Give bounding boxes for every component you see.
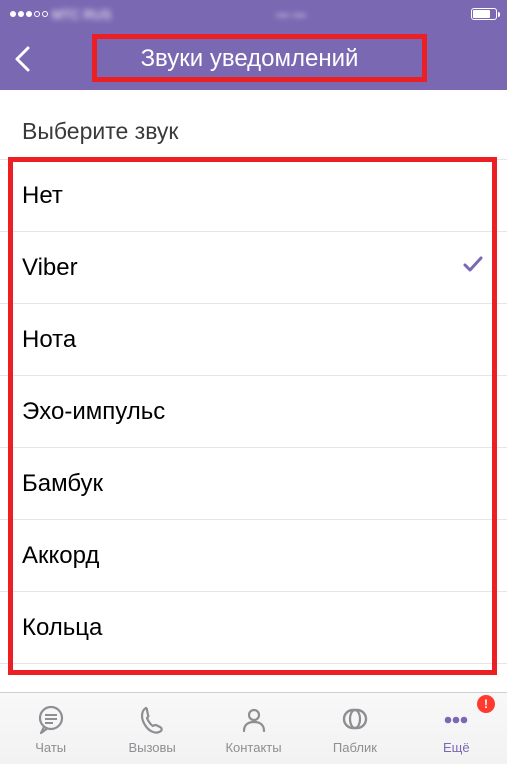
sound-list-container: Нет Viber Нота Эхо-импульс Бамбук Аккорд Кольц… bbox=[0, 159, 507, 664]
tab-label: Ещё bbox=[443, 740, 470, 755]
phone-icon bbox=[135, 703, 169, 737]
sound-option[interactable]: Эхо-импульс bbox=[0, 376, 507, 448]
chat-icon bbox=[34, 703, 68, 737]
sound-option-label: Кольца bbox=[22, 614, 102, 642]
sound-option-label: Эхо-импульс bbox=[22, 398, 165, 426]
public-icon bbox=[338, 703, 372, 737]
back-button[interactable] bbox=[12, 45, 34, 73]
sound-option-label: Аккорд bbox=[22, 542, 99, 570]
sound-option[interactable]: Нота bbox=[0, 304, 507, 376]
nav-bar: Звуки уведомлений bbox=[0, 28, 507, 90]
sound-option[interactable]: Аккорд bbox=[0, 520, 507, 592]
contacts-icon bbox=[237, 703, 271, 737]
tab-label: Паблик bbox=[333, 740, 377, 755]
chevron-left-icon bbox=[12, 45, 34, 73]
sound-option[interactable]: Кольца bbox=[0, 592, 507, 664]
signal-dots-icon bbox=[10, 11, 48, 17]
tab-label: Вызовы bbox=[128, 740, 175, 755]
more-icon bbox=[439, 703, 473, 737]
tab-label: Контакты bbox=[225, 740, 281, 755]
status-right bbox=[471, 8, 497, 20]
tab-more[interactable]: Ещё! bbox=[406, 693, 507, 764]
section-header: Выберите звук bbox=[0, 90, 507, 159]
sound-option-label: Нет bbox=[22, 182, 63, 210]
page-title: Звуки уведомлений bbox=[34, 45, 465, 73]
sound-option[interactable]: Viber bbox=[0, 232, 507, 304]
tab-contacts[interactable]: Контакты bbox=[203, 693, 304, 764]
carrier-label: МТС RUS bbox=[52, 7, 111, 22]
sound-option[interactable]: Бамбук bbox=[0, 448, 507, 520]
tab-bar: Чаты Вызовы Контакты Паблик Ещё! bbox=[0, 692, 507, 764]
status-bar: МТС RUS — — bbox=[0, 0, 507, 28]
tab-public[interactable]: Паблик bbox=[304, 693, 405, 764]
tab-chat[interactable]: Чаты bbox=[0, 693, 101, 764]
status-left: МТС RUS bbox=[10, 7, 111, 22]
checkmark-icon bbox=[461, 252, 485, 283]
sound-option-label: Нота bbox=[22, 326, 76, 354]
tab-phone[interactable]: Вызовы bbox=[101, 693, 202, 764]
sound-list: Нет Viber Нота Эхо-импульс Бамбук Аккорд Кольц… bbox=[0, 159, 507, 664]
tab-badge: ! bbox=[477, 695, 495, 713]
tab-label: Чаты bbox=[35, 740, 66, 755]
sound-option[interactable]: Нет bbox=[0, 160, 507, 232]
status-time: — — bbox=[276, 7, 306, 22]
sound-option-label: Viber bbox=[22, 254, 78, 282]
sound-option-label: Бамбук bbox=[22, 470, 103, 498]
battery-icon bbox=[471, 8, 497, 20]
